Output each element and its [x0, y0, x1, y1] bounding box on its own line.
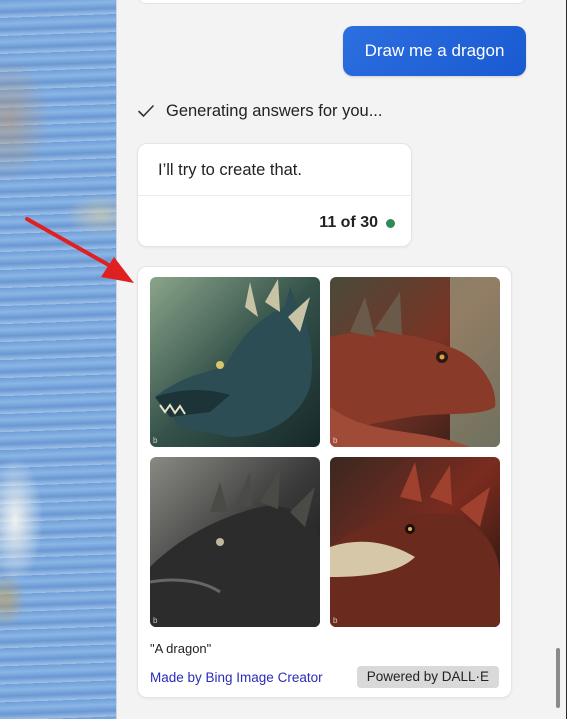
dragon-image-4-graphic — [330, 457, 500, 627]
turn-counter-text: 11 of 30 — [319, 214, 378, 231]
dragon-image-3[interactable]: b — [150, 457, 320, 627]
background-photo — [0, 0, 117, 719]
dragon-image-2[interactable]: b — [330, 277, 500, 447]
watermark-icon: b — [153, 436, 158, 445]
bot-answer-card: I’ll try to create that. 11 of 30 — [137, 143, 412, 247]
generating-status: Generating answers for you... — [137, 100, 382, 122]
image-result-card: b b b b "A dragon" Made by Bing Image Cr… — [137, 266, 512, 698]
chat-panel: Draw me a dragon Generating answers for … — [117, 0, 567, 719]
answer-divider — [138, 195, 411, 196]
bing-image-creator-link[interactable]: Made by Bing Image Creator — [150, 670, 323, 685]
dragon-image-3-graphic — [150, 457, 320, 627]
watermark-icon: b — [333, 616, 338, 625]
powered-by-badge: Powered by DALL·E — [356, 666, 499, 688]
dragon-image-1[interactable]: b — [150, 277, 320, 447]
watermark-icon: b — [153, 616, 158, 625]
answer-text: I’ll try to create that. — [158, 161, 302, 179]
image-caption: "A dragon" — [150, 641, 212, 656]
dragon-image-1-graphic — [150, 277, 320, 447]
dragon-image-2-graphic — [330, 277, 500, 447]
watermark-icon: b — [333, 436, 338, 445]
turn-counter: 11 of 30 — [319, 214, 395, 232]
dragon-image-4[interactable]: b — [330, 457, 500, 627]
status-text: Generating answers for you... — [166, 101, 383, 120]
scrollbar-thumb[interactable] — [556, 648, 560, 708]
status-dot-icon — [386, 218, 395, 228]
previous-message-card — [137, 0, 527, 4]
check-icon — [138, 105, 154, 117]
user-message-bubble: Draw me a dragon — [343, 26, 526, 76]
